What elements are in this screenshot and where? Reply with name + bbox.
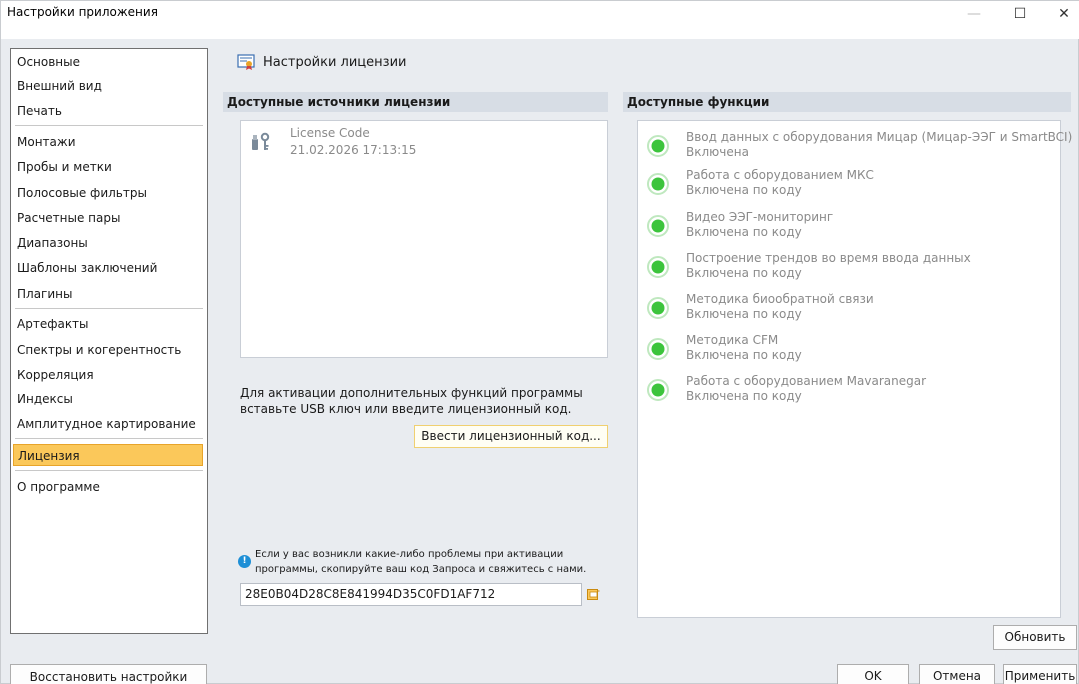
minimize-button[interactable]: — [951,1,997,39]
feature-name: Методика биообратной связи [686,292,874,306]
cancel-button[interactable]: Отмена [919,664,995,684]
page-title: Настройки лицензии [263,54,407,70]
sources-header: Доступные источники лицензии [223,92,608,112]
status-enabled-icon [647,379,669,401]
status-enabled-icon [647,338,669,360]
sidebar-item-print[interactable]: Печать [13,100,203,122]
sidebar-item-calc-pairs[interactable]: Расчетные пары [13,207,203,229]
feature-name: Построение трендов во время ввода данных [686,251,971,265]
feature-status: Включена по коду [686,225,802,239]
request-code-field[interactable]: 28E0B04D28C8E841994D35C0FD1AF712 [240,583,582,606]
settings-sidebar: Основные Внешний вид Печать Монтажи Проб… [10,48,208,634]
status-enabled-icon [647,297,669,319]
feature-name: Работа с оборудованием МКС [686,168,874,182]
license-sources-list: License Code 21.02.2026 17:13:15 [240,120,608,358]
feature-status: Включена [686,145,749,159]
sidebar-divider [15,470,203,471]
ok-button[interactable]: OK [837,664,909,684]
sidebar-divider [15,125,203,126]
enter-license-code-button[interactable]: Ввести лицензионный код... [414,425,608,448]
license-source-name: License Code [290,126,370,140]
sidebar-item-appearance[interactable]: Внешний вид [13,75,203,97]
feature-status: Включена по коду [686,389,802,403]
status-enabled-icon [647,135,669,157]
sidebar-item-spectra-coherence[interactable]: Спектры и когерентность [13,339,203,361]
feature-name: Работа с оборудованием Mavaranegar [686,374,927,388]
feature-name: Ввод данных с оборудования Мицар (Мицар-… [686,130,1073,144]
status-enabled-icon [647,256,669,278]
activation-instructions: Для активации дополнительных функций про… [240,386,583,416]
sidebar-item-license[interactable]: Лицензия [13,444,203,466]
sidebar-item-amplitude-mapping[interactable]: Амплитудное картирование [13,413,203,435]
license-certificate-icon [237,54,255,70]
sidebar-item-report-templates[interactable]: Шаблоны заключений [13,257,203,279]
page-header: Настройки лицензии [237,52,406,72]
status-enabled-icon [647,173,669,195]
title-bar: Настройки приложения — ☐ ✕ [1,1,1079,39]
close-button[interactable]: ✕ [1041,1,1079,39]
maximize-button[interactable]: ☐ [997,1,1043,39]
features-list: Ввод данных с оборудования Мицар (Мицар-… [637,120,1072,618]
refresh-button[interactable]: Обновить [993,625,1077,650]
feature-name: Видео ЭЭГ-мониторинг [686,210,834,224]
status-enabled-icon [647,215,669,237]
feature-status: Включена по коду [686,307,802,321]
sidebar-item-indices[interactable]: Индексы [13,388,203,410]
feature-status: Включена по коду [686,183,802,197]
sidebar-item-plugins[interactable]: Плагины [13,283,203,305]
sidebar-item-ranges[interactable]: Диапазоны [13,232,203,254]
copy-icon[interactable] [587,588,600,601]
feature-name: Методика CFM [686,333,779,347]
restore-settings-button[interactable]: Восстановить настройки [10,664,207,684]
apply-button[interactable]: Применить [1003,664,1077,684]
sidebar-item-about[interactable]: О программе [13,476,203,498]
sidebar-item-artifacts[interactable]: Артефакты [13,313,203,335]
info-icon: ! [238,555,251,568]
sidebar-item-band-filters[interactable]: Полосовые фильтры [13,182,203,204]
window-title: Настройки приложения [7,5,158,19]
sidebar-item-general[interactable]: Основные [13,51,203,73]
features-header: Доступные функции [623,92,1071,112]
sidebar-divider [15,308,203,309]
support-note-text: Если у вас возникли какие-либо проблемы … [255,549,587,575]
settings-window: Настройки приложения — ☐ ✕ Основные Внеш… [0,0,1079,684]
feature-status: Включена по коду [686,266,802,280]
sidebar-item-montages[interactable]: Монтажи [13,131,203,153]
sidebar-divider [15,438,203,439]
feature-status: Включена по коду [686,348,802,362]
usb-key-icon [252,132,270,150]
sidebar-item-correlation[interactable]: Корреляция [13,364,203,386]
sidebar-item-trials-marks[interactable]: Пробы и метки [13,156,203,178]
license-source-date: 21.02.2026 17:13:15 [290,143,417,157]
